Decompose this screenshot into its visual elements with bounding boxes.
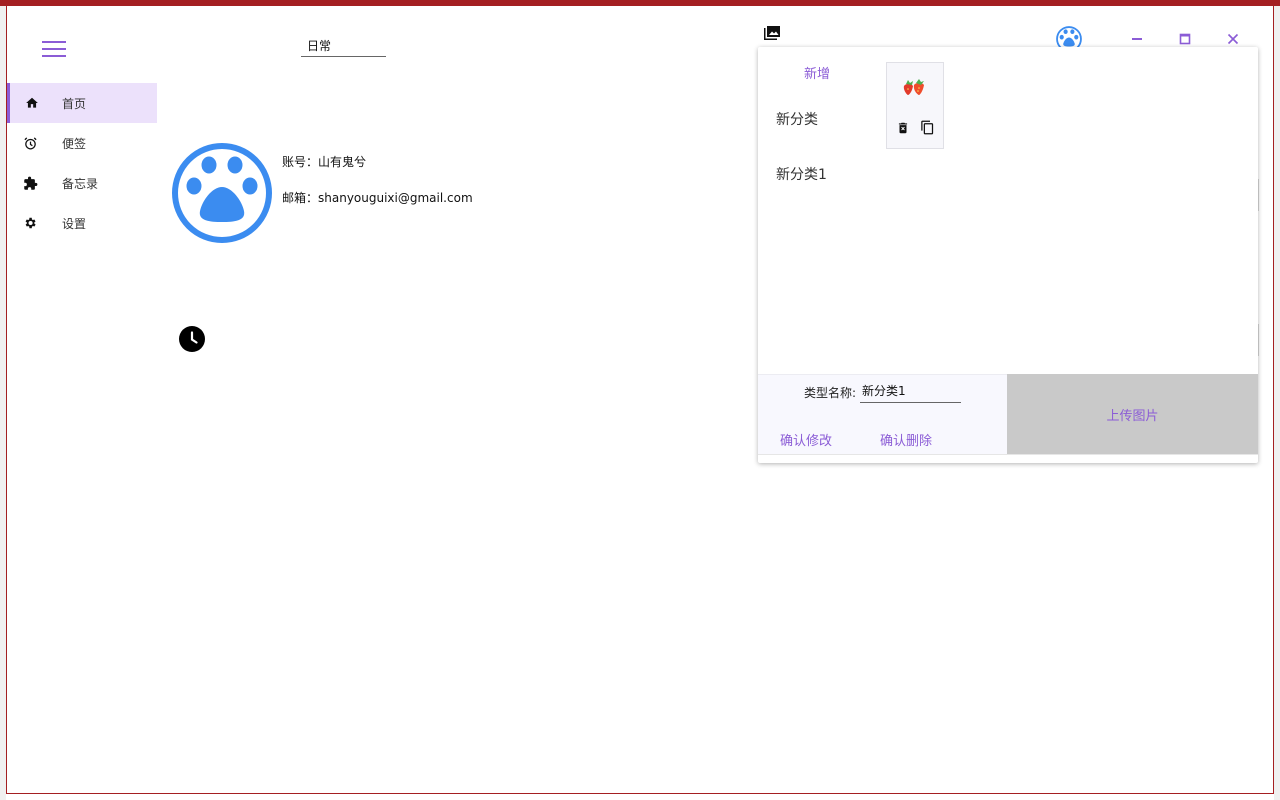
category-input[interactable] — [301, 34, 386, 57]
paw-logo-icon — [172, 143, 272, 243]
confirm-edit-button[interactable]: 确认修改 — [780, 430, 832, 449]
sidebar-item-label: 备忘录 — [62, 176, 99, 191]
window-border-right — [1273, 6, 1274, 794]
add-category-button[interactable]: 新增 — [804, 63, 830, 82]
menu-line — [42, 55, 66, 57]
home-icon — [10, 96, 53, 110]
category-item[interactable]: 新分类1 — [776, 164, 827, 184]
type-name-input[interactable] — [860, 379, 961, 403]
alarm-icon — [7, 136, 53, 151]
account-text: 账号：山有鬼兮 — [282, 155, 367, 169]
sidebar-item-memo[interactable]: 备忘录 — [7, 163, 157, 203]
type-name-label: 类型名称: — [804, 386, 857, 400]
sidebar-item-settings[interactable]: 设置 — [7, 203, 157, 243]
sidebar-item-home[interactable]: 首页 — [7, 83, 157, 123]
menu-line — [42, 41, 66, 43]
puzzle-icon — [7, 176, 53, 191]
avatar — [172, 143, 272, 243]
strawberry-icon — [902, 77, 926, 101]
hamburger-menu-icon[interactable] — [40, 38, 68, 60]
confirm-delete-button[interactable]: 确认删除 — [880, 430, 932, 449]
sidebar-nav: 首页 便签 备忘录 设置 — [7, 83, 157, 243]
popup-divider — [758, 454, 1258, 455]
sidebar-item-label: 首页 — [62, 96, 87, 111]
sidebar-item-notes[interactable]: 便签 — [7, 123, 157, 163]
sidebar-item-label: 设置 — [62, 216, 87, 231]
email-text: 邮箱：shanyouguixi@gmail.com — [282, 191, 473, 205]
upload-image-label: 上传图片 — [1106, 408, 1159, 424]
image-gallery-icon[interactable] — [764, 25, 780, 40]
category-form: 类型名称: 确认修改 确认删除 — [758, 374, 1007, 454]
gear-icon — [7, 216, 53, 230]
window-border-bottom — [6, 793, 1274, 794]
upload-image-button[interactable]: 上传图片 — [1007, 374, 1258, 454]
window-top-border — [0, 0, 1280, 6]
menu-line — [42, 48, 66, 50]
clock-icon[interactable] — [179, 326, 205, 352]
category-editor-popup: 新增 新分类 新分类1 类型名称: 确认修改 确认删除 上传图片 — [758, 47, 1258, 463]
category-item[interactable]: 新分类 — [776, 109, 818, 129]
copy-icon[interactable] — [920, 120, 936, 136]
category-image-card — [886, 62, 944, 149]
delete-icon[interactable] — [896, 120, 912, 136]
sidebar-item-label: 便签 — [62, 136, 87, 151]
